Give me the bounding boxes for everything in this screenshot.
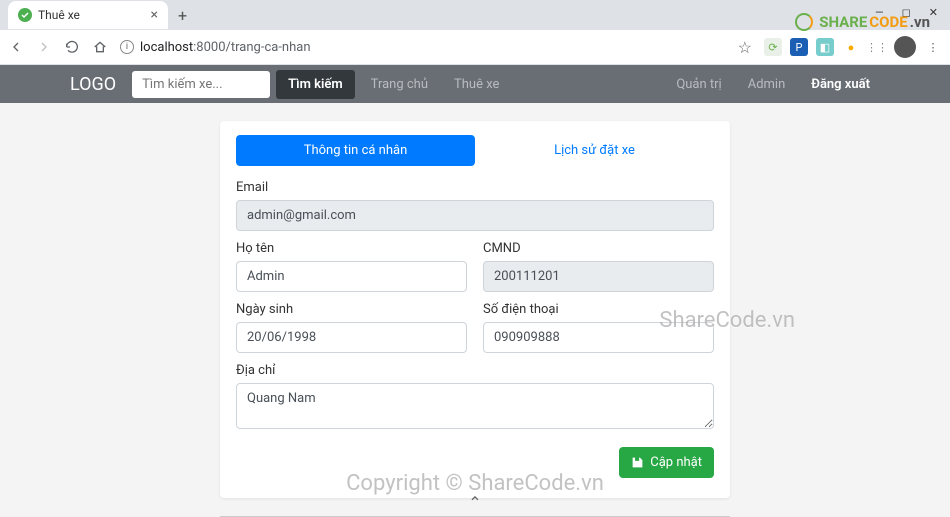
phone-label: Số điện thoại: [483, 302, 714, 317]
url-path: :8000/trang-ca-nhan: [193, 40, 310, 55]
ext-icon-5[interactable]: ⋮⋮: [868, 38, 886, 56]
bookmark-icon[interactable]: ☆: [738, 38, 752, 57]
site-info-icon[interactable]: i: [120, 40, 134, 54]
ext-icon-1[interactable]: ⟳: [764, 38, 782, 56]
nav-home[interactable]: Trang chủ: [361, 77, 438, 92]
minimize-button[interactable]: —: [875, 6, 884, 19]
phone-input[interactable]: [483, 322, 714, 353]
email-input: [236, 200, 714, 231]
tab-title: Thuê xe: [38, 8, 80, 22]
favicon-icon: [18, 8, 32, 22]
nav-admin-panel[interactable]: Quản trị: [666, 77, 731, 92]
id-label: CMND: [483, 241, 714, 256]
site-logo[interactable]: LOGO: [70, 74, 116, 95]
close-window-button[interactable]: ✕: [929, 6, 938, 19]
card-tabs: Thông tin cá nhân Lịch sử đặt xe: [236, 135, 714, 166]
update-button-label: Cập nhật: [650, 455, 702, 470]
extension-icons: ⟳ P ◧ ● ⋮⋮ ⋮: [764, 36, 942, 58]
profile-avatar[interactable]: [894, 36, 916, 58]
scroll-top-icon[interactable]: ⌃: [468, 493, 481, 512]
id-input: [483, 261, 714, 292]
forward-button[interactable]: [36, 39, 52, 55]
email-label: Email: [236, 180, 714, 195]
field-address: Địa chỉ Quang Nam: [236, 363, 714, 433]
ext-icon-3[interactable]: ◧: [816, 38, 834, 56]
ext-icon-4[interactable]: ●: [842, 38, 860, 56]
menu-icon[interactable]: ⋮: [924, 38, 942, 56]
field-id: CMND: [483, 241, 714, 292]
navbar: LOGO Tìm kiếm Trang chủ Thuê xe Quản trị…: [0, 65, 950, 103]
address-bar: i localhost:8000/trang-ca-nhan ☆ ⟳ P ◧ ●…: [0, 30, 950, 64]
url-field[interactable]: i localhost:8000/trang-ca-nhan: [120, 40, 726, 55]
ext-icon-2[interactable]: P: [790, 38, 808, 56]
tab-history[interactable]: Lịch sử đặt xe: [475, 135, 714, 166]
dob-input[interactable]: [236, 322, 467, 353]
name-label: Họ tên: [236, 241, 467, 256]
new-tab-button[interactable]: +: [168, 6, 197, 25]
name-input[interactable]: [236, 261, 467, 292]
home-button[interactable]: [92, 39, 108, 55]
url-host: localhost: [140, 40, 193, 55]
nav-admin[interactable]: Admin: [738, 77, 796, 92]
dob-label: Ngày sinh: [236, 302, 467, 317]
field-email: Email: [236, 180, 714, 231]
browser-chrome: — ◻ ✕ Thuê xe × + i localhost:8000/trang…: [0, 0, 950, 65]
back-button[interactable]: [8, 39, 24, 55]
tab-bar: Thuê xe × +: [0, 0, 950, 30]
page-content: Thông tin cá nhân Lịch sử đặt xe Email H…: [0, 103, 950, 516]
reload-button[interactable]: [64, 39, 80, 55]
close-tab-icon[interactable]: ×: [151, 7, 158, 23]
nav-logout[interactable]: Đăng xuất: [801, 77, 880, 92]
field-phone: Số điện thoại: [483, 302, 714, 353]
maximize-button[interactable]: ◻: [902, 6, 911, 19]
nav-rent[interactable]: Thuê xe: [444, 77, 509, 92]
field-dob: Ngày sinh: [236, 302, 467, 353]
window-controls: — ◻ ✕: [863, 0, 950, 25]
tab-profile[interactable]: Thông tin cá nhân: [236, 135, 475, 166]
browser-tab[interactable]: Thuê xe ×: [8, 1, 168, 29]
profile-card: Thông tin cá nhân Lịch sử đặt xe Email H…: [220, 121, 730, 498]
save-icon: [631, 456, 644, 469]
search-button[interactable]: Tìm kiếm: [276, 70, 355, 99]
update-button[interactable]: Cập nhật: [619, 447, 714, 478]
address-label: Địa chỉ: [236, 363, 714, 378]
field-name: Họ tên: [236, 241, 467, 292]
address-input[interactable]: Quang Nam: [236, 383, 714, 429]
search-input[interactable]: [132, 71, 270, 98]
